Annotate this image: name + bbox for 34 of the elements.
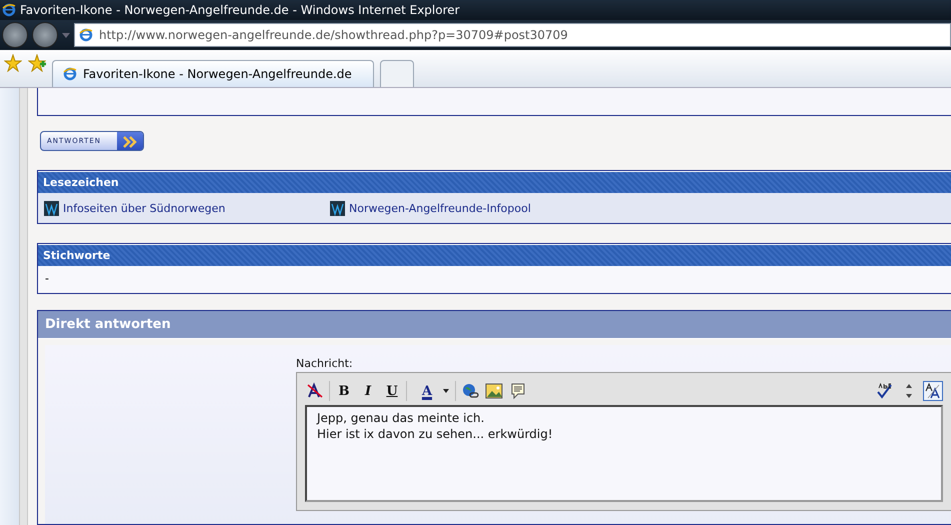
section-header: Lesezeichen (38, 171, 951, 193)
bookmark-link[interactable]: Infoseiten über Südnorwegen (44, 200, 330, 216)
field-label: Nachricht: (296, 357, 354, 370)
section-header: Stichworte (38, 244, 951, 266)
mode-icon (924, 382, 942, 400)
message-textarea[interactable]: Jepp, genau das meinte ich. Hier ist ix davon zu sehen... erkwürdig! (305, 405, 943, 502)
remove-format-icon (306, 382, 324, 400)
spell-icon (876, 382, 894, 400)
ie-icon (79, 28, 93, 42)
browser-tab[interactable]: Favoriten-Ikone - Norwegen-Angelfreunde.de (52, 60, 374, 87)
link-icon (461, 382, 479, 400)
tags-value: - (45, 272, 49, 285)
window-title: Favoriten-Ikone - Norwegen-Angelfreunde.de - Windows Internet Explorer (20, 3, 460, 17)
italic-button[interactable]: I (358, 381, 378, 401)
site-icon (44, 200, 59, 216)
chevrons-icon (117, 132, 143, 150)
star-icon[interactable] (4, 54, 22, 72)
image-icon (485, 382, 503, 400)
bookmark-link[interactable]: Norwegen-Angelfreunde-Infopool (330, 200, 616, 216)
ie-icon (63, 67, 77, 81)
forward-button[interactable] (32, 22, 58, 48)
ie-icon (2, 3, 16, 17)
color-button[interactable]: A (411, 381, 443, 401)
site-icon (330, 200, 345, 216)
image-button[interactable] (484, 381, 504, 401)
back-button[interactable] (2, 22, 28, 48)
bold-button[interactable]: B (334, 381, 354, 401)
add-favorite-icon[interactable] (28, 54, 46, 72)
section-header: Direkt antworten (38, 311, 951, 339)
mode-button[interactable] (923, 381, 943, 401)
message-editor[interactable]: B I U A Jepp, genau das meinte ich. Hier ist ix davon zu sehen... erkwürdig! (296, 372, 951, 511)
underline-button[interactable]: U (382, 381, 402, 401)
address-field[interactable]: http://www.norwegen-angelfreunde.de/showthread.php?p=30709#post30709 (74, 23, 951, 47)
quote-icon (509, 382, 527, 400)
